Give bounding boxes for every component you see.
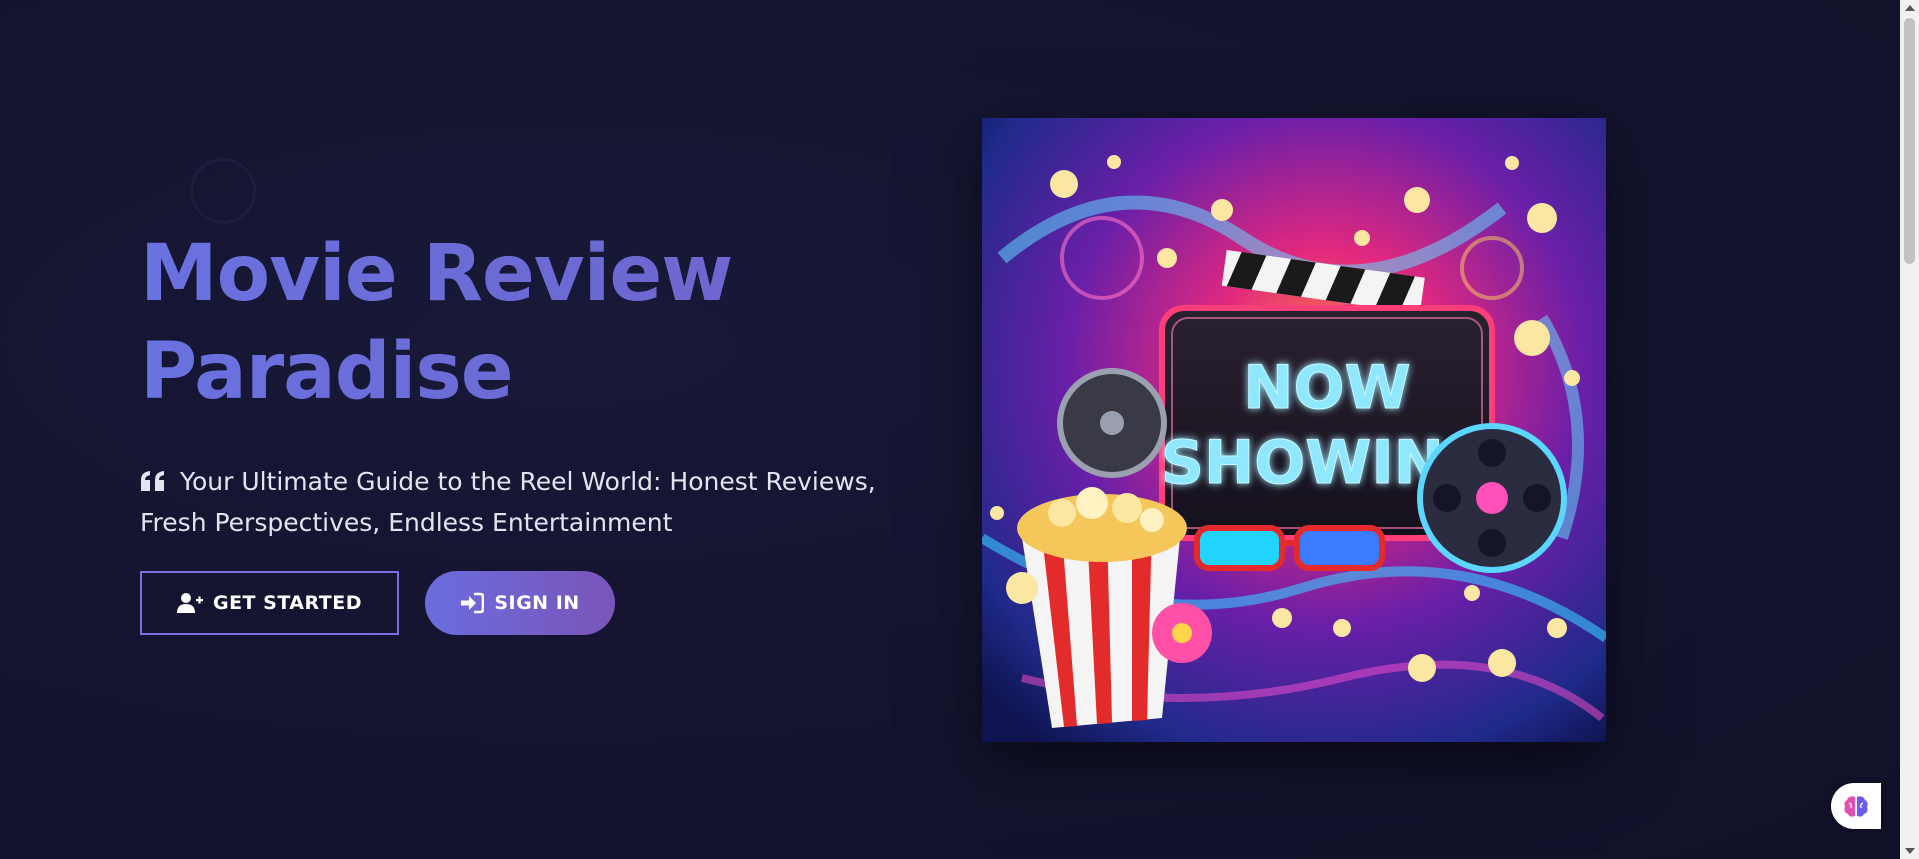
scroll-down-arrow-icon[interactable] [1905, 848, 1915, 854]
hero-section: Movie Review Paradise Your Ultimate Guid… [140, 225, 920, 543]
sign-in-label: SIGN IN [494, 592, 580, 614]
get-started-button[interactable]: GET STARTED [140, 571, 399, 635]
user-plus-icon [176, 593, 203, 613]
get-started-label: GET STARTED [212, 592, 362, 614]
landing-page: Movie Review Paradise Your Ultimate Guid… [0, 0, 1900, 859]
assistant-button[interactable] [1831, 783, 1881, 829]
hero-image: NOW SHOWING [982, 118, 1606, 742]
sign-now-text: NOW [1243, 353, 1410, 423]
quote-left-icon [141, 471, 164, 491]
tagline: Your Ultimate Guide to the Reel World: H… [140, 461, 920, 543]
hero-buttons: GET STARTED SIGN IN [140, 571, 615, 635]
sign-in-icon [461, 592, 485, 614]
tagline-text: Your Ultimate Guide to the Reel World: H… [140, 467, 876, 537]
title-line-1: Movie Review [140, 229, 733, 319]
scroll-up-arrow-icon[interactable] [1905, 5, 1915, 11]
decorative-circle-icon [190, 158, 256, 224]
title-line-2: Paradise [140, 327, 513, 417]
scrollbar-thumb[interactable] [1904, 18, 1915, 264]
page-title: Movie Review Paradise [140, 225, 920, 421]
vertical-scrollbar[interactable] [1900, 0, 1919, 859]
sign-in-button[interactable]: SIGN IN [425, 571, 615, 635]
now-showing-illustration: NOW SHOWING [982, 118, 1606, 742]
brain-icon [1844, 796, 1868, 817]
